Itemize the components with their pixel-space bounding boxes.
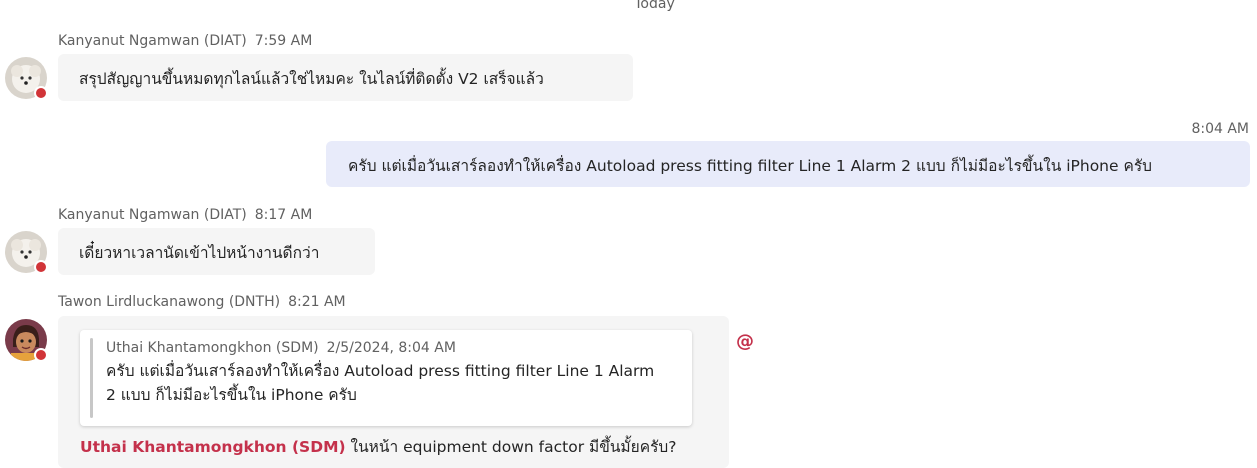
sender-name[interactable]: Tawon Lirdluckanawong (DNTH): [58, 294, 280, 310]
mention-link[interactable]: Uthai Khantamongkhon (SDM): [80, 438, 346, 456]
message-time: 8:17 AM: [254, 207, 313, 223]
chat-thread: Today Kanyanut Ngamwan (DIAT) 7:59 AM สรุ…: [0, 0, 1257, 468]
sender-name[interactable]: Kanyanut Ngamwan (DIAT): [58, 33, 247, 49]
message-text: Uthai Khantamongkhon (SDM) ในหน้า equipm…: [80, 434, 677, 459]
presence-busy-icon: [34, 348, 48, 362]
message-bubble[interactable]: สรุปสัญญานขึ้นหมดทุกไลน์แล้วใช่ไหมคะ ในไ…: [58, 54, 633, 101]
date-divider: Today: [634, 0, 675, 12]
quote-bar: [90, 338, 93, 418]
avatar[interactable]: [5, 231, 48, 274]
quote-author: Uthai Khantamongkhon (SDM): [106, 340, 319, 356]
avatar[interactable]: [5, 319, 48, 362]
message-text: ครับ แต่เมื่อวันเสาร์ลองทำให้เครื่อง Aut…: [348, 157, 1152, 175]
own-message-bubble[interactable]: ครับ แต่เมื่อวันเสาร์ลองทำให้เครื่อง Aut…: [326, 141, 1250, 187]
message-bubble[interactable]: เดี๋ยวหาเวลานัดเข้าไปหน้างานดีกว่า: [58, 228, 375, 275]
presence-busy-icon: [34, 260, 48, 274]
avatar[interactable]: [5, 57, 48, 100]
message-text: สรุปสัญญานขึ้นหมดทุกไลน์แล้วใช่ไหมคะ ในไ…: [79, 70, 544, 88]
message-header: Kanyanut Ngamwan (DIAT) 8:17 AM: [58, 207, 312, 223]
message-text: เดี๋ยวหาเวลานัดเข้าไปหน้างานดีกว่า: [79, 244, 320, 262]
mention-icon: @: [736, 331, 754, 352]
quote-text: ครับ แต่เมื่อวันเสาร์ลองทำให้เครื่อง Aut…: [106, 362, 655, 404]
message-text-rest: ในหน้า equipment down factor มีขึ้นมั้ยค…: [345, 438, 677, 456]
message-bubble[interactable]: Uthai Khantamongkhon (SDM) 2/5/2024, 8:04…: [58, 316, 729, 468]
message-header: Kanyanut Ngamwan (DIAT) 7:59 AM: [58, 33, 312, 49]
quote-date: 2/5/2024, 8:04 AM: [326, 340, 456, 356]
message-time: 8:04 AM: [1191, 121, 1249, 137]
presence-busy-icon: [34, 86, 48, 100]
message-time: 8:21 AM: [288, 294, 346, 310]
quoted-message[interactable]: Uthai Khantamongkhon (SDM) 2/5/2024, 8:04…: [80, 330, 692, 426]
message-time: 7:59 AM: [254, 33, 313, 49]
message-header: Tawon Lirdluckanawong (DNTH) 8:21 AM: [58, 294, 346, 310]
sender-name[interactable]: Kanyanut Ngamwan (DIAT): [58, 207, 247, 223]
quote-header: Uthai Khantamongkhon (SDM) 2/5/2024, 8:04…: [106, 340, 680, 356]
